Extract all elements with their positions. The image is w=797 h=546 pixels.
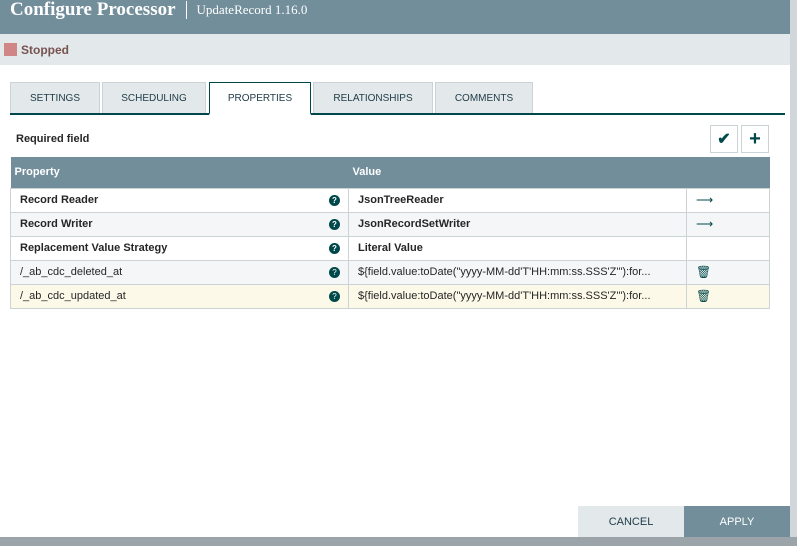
verify-button[interactable]: ✔︎ — [710, 125, 738, 153]
help-icon[interactable]: ? — [329, 194, 340, 206]
column-header-value: Value — [348, 157, 770, 188]
property-name: Record Reader — [20, 194, 99, 206]
trash-icon[interactable]: 🗑︎ — [696, 289, 711, 303]
tab-settings[interactable]: SETTINGS — [10, 82, 100, 113]
help-icon[interactable]: ? — [329, 242, 340, 254]
background-canvas — [790, 0, 797, 546]
tab-scheduling[interactable]: SCHEDULING — [102, 82, 206, 113]
property-value[interactable]: ${field.value:toDate("yyyy-MM-dd'T'HH:mm… — [348, 259, 687, 285]
table-row[interactable]: /_ab_cdc_updated_at? ${field.value:toDat… — [10, 283, 770, 309]
tab-properties[interactable]: PROPERTIES — [209, 82, 311, 115]
property-value[interactable]: ${field.value:toDate("yyyy-MM-dd'T'HH:mm… — [348, 283, 687, 309]
help-icon[interactable]: ? — [329, 266, 340, 278]
property-name: Replacement Value Strategy — [20, 242, 168, 254]
property-value[interactable]: JsonRecordSetWriter — [348, 211, 687, 237]
property-value[interactable]: JsonTreeReader — [348, 187, 687, 213]
table-row[interactable]: /_ab_cdc_deleted_at? ${field.value:toDat… — [10, 259, 770, 285]
required-field-label: Required field — [16, 133, 90, 145]
tab-bar: SETTINGS SCHEDULING PROPERTIES RELATIONS… — [10, 82, 785, 115]
configure-processor-dialog: Configure Processor UpdateRecord 1.16.0 … — [0, 0, 790, 537]
plus-icon: + — [749, 127, 761, 150]
cancel-button[interactable]: CANCEL — [578, 506, 684, 537]
background-canvas-bottom — [0, 537, 797, 546]
status-label: Stopped — [21, 42, 69, 57]
stopped-icon — [4, 43, 17, 56]
tab-comments[interactable]: COMMENTS — [435, 82, 533, 113]
table-row[interactable]: Record Writer? JsonRecordSetWriter ⟶ — [10, 211, 770, 237]
table-row[interactable]: Replacement Value Strategy? Literal Valu… — [10, 235, 770, 261]
tab-relationships[interactable]: RELATIONSHIPS — [313, 82, 433, 113]
arrow-right-icon[interactable]: ⟶ — [696, 217, 713, 231]
help-icon[interactable]: ? — [329, 290, 340, 302]
column-header-property: Property — [10, 157, 349, 188]
dialog-header: Configure Processor UpdateRecord 1.16.0 — [0, 0, 790, 34]
property-name: Record Writer — [20, 218, 93, 230]
dialog-title: Configure Processor — [10, 0, 176, 20]
property-name: /_ab_cdc_deleted_at — [20, 266, 123, 278]
status-bar: Stopped — [0, 34, 790, 65]
trash-icon[interactable]: 🗑︎ — [696, 265, 711, 279]
add-property-button[interactable]: + — [741, 125, 769, 153]
arrow-right-icon[interactable]: ⟶ — [696, 193, 713, 207]
header-divider — [185, 1, 187, 19]
processor-type: UpdateRecord 1.16.0 — [196, 2, 308, 17]
properties-table: Property Value Record Reader? JsonTreeRe… — [10, 157, 770, 309]
help-icon[interactable]: ? — [329, 218, 340, 230]
apply-button[interactable]: APPLY — [684, 506, 790, 537]
table-row[interactable]: Record Reader? JsonTreeReader ⟶ — [10, 187, 770, 213]
check-circle-icon: ✔︎ — [717, 131, 731, 148]
property-name: /_ab_cdc_updated_at — [20, 290, 126, 302]
property-value[interactable]: Literal Value — [348, 235, 687, 261]
